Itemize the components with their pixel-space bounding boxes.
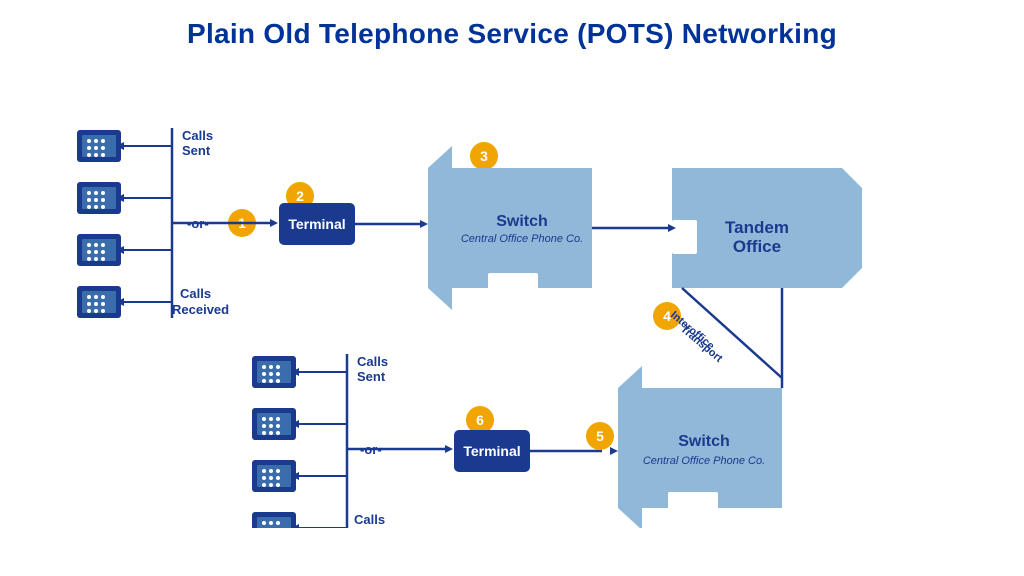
switch-bottom-notch [668, 492, 718, 517]
calls-received-label2-top: Received [172, 302, 229, 317]
switch-bottom-label: Switch [678, 433, 730, 450]
switch-top-notch [488, 273, 538, 298]
calls-sent-label-top: Calls [182, 128, 213, 143]
calls-sent-label2-bot: Sent [357, 369, 386, 384]
diagram-svg: Calls Sent -or- Calls Received 1 2 Termi… [32, 68, 992, 528]
terminal-bottom-label: Terminal [463, 443, 520, 459]
tandem-label2: Office [733, 237, 781, 256]
calls-received-label-bot: Calls [354, 512, 385, 527]
badge-5-text: 5 [596, 428, 604, 444]
calls-sent-label-bot: Calls [357, 354, 388, 369]
calls-received-label-top: Calls [180, 286, 211, 301]
calls-sent-label2-top: Sent [182, 143, 211, 158]
terminal-top-label: Terminal [288, 216, 345, 232]
phone-4 [77, 286, 121, 318]
phone-6 [252, 408, 296, 440]
phone-1 [77, 130, 121, 162]
switch-bottom-left [618, 366, 642, 528]
phone-3 [77, 234, 121, 266]
badge-3-text: 3 [480, 148, 488, 164]
phone-2 [77, 182, 121, 214]
switch-top-left [428, 146, 452, 310]
diagram: Calls Sent -or- Calls Received 1 2 Termi… [32, 68, 992, 548]
tandem-right [842, 168, 862, 288]
switch-top-sublabel: Central Office Phone Co. [461, 233, 583, 245]
phone-5 [252, 356, 296, 388]
phone-7 [252, 460, 296, 492]
tandem-label: Tandem [725, 218, 789, 237]
switch-top-label: Switch [496, 213, 548, 230]
switch-bottom-sublabel: Central Office Phone Co. [643, 455, 765, 467]
badge-6-text: 6 [476, 412, 484, 428]
page-title: Plain Old Telephone Service (POTS) Netwo… [187, 18, 837, 50]
tandem-notch [672, 220, 697, 254]
badge-2-text: 2 [296, 188, 304, 204]
phone-8 [252, 512, 296, 528]
